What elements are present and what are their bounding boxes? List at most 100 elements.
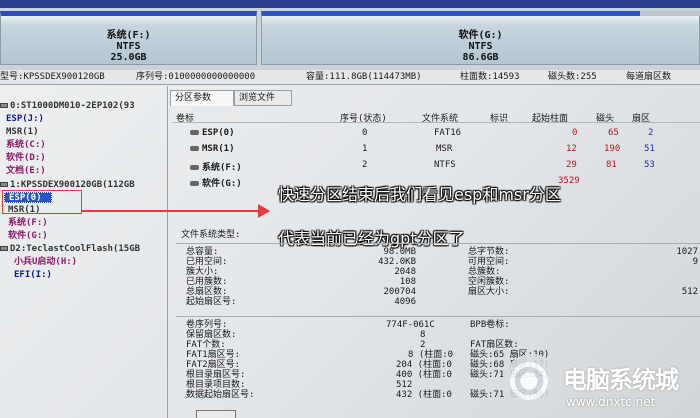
disk-cylinders: 柱面数:14593 bbox=[460, 72, 520, 82]
row-index: 0 bbox=[362, 128, 368, 138]
disk-info-bar: 型号:KPSSDEX900120GB 序列号:0100000000000000 … bbox=[0, 70, 700, 85]
table-row[interactable]: 系统(F:) 2 NTFS 29 81 53 bbox=[172, 159, 700, 173]
col-start-cyl: 起始柱面 bbox=[532, 114, 569, 124]
disk-capacity: 容量:111.8GB(114473MB) bbox=[306, 72, 422, 82]
tree-disk-label: D2:TeclastCoolFlash(15GB bbox=[10, 244, 141, 254]
analyze-button[interactable] bbox=[196, 410, 236, 418]
row-index: 1 bbox=[362, 144, 368, 154]
kv-value: 432 (柱面:0 bbox=[396, 390, 452, 400]
row-start-cyl: 0 bbox=[572, 128, 578, 138]
fs-stats-left: 总容量: 已用空间: 簇大小: 已用簇数: 总扇区数: 起始扇区号: 98.0M… bbox=[186, 247, 416, 317]
disk-tree: 0:ST1000DM010-2EP102(93 ESP(J:) MSR(1) 系… bbox=[0, 86, 168, 418]
tree-item[interactable]: 软件(D:) bbox=[6, 153, 46, 164]
kv-label: 数据起始扇区号: bbox=[186, 390, 255, 400]
row-label: MSR(1) bbox=[190, 144, 235, 154]
divider bbox=[176, 316, 700, 317]
col-head: 磁头 bbox=[596, 114, 615, 124]
arrow-right-icon bbox=[258, 204, 270, 218]
row-fs: FAT16 bbox=[434, 128, 462, 138]
col-sector: 扇区 bbox=[632, 114, 651, 124]
tree-item[interactable]: ESP(J:) bbox=[6, 114, 44, 125]
disk-map: 系统(F:) NTFS 25.0GB 软件(G:) NTFS 86.6GB bbox=[0, 8, 700, 70]
tree-item[interactable]: 小兵U启动(H:) bbox=[14, 257, 77, 268]
row-label: 软件(G:) bbox=[190, 176, 242, 189]
row-sector: 53 bbox=[644, 160, 655, 170]
row-label: ESP(0) bbox=[190, 128, 235, 138]
partition-icon bbox=[190, 130, 199, 135]
disk-serial: 序列号:0100000000000000 bbox=[136, 72, 256, 82]
usb-disk-icon bbox=[0, 246, 8, 251]
kv-text: BPB卷标: bbox=[470, 320, 510, 330]
title-strip bbox=[0, 0, 700, 8]
tree-item[interactable]: 系统(C:) bbox=[6, 140, 46, 151]
col-flag: 标识 bbox=[490, 114, 509, 124]
partition-fs: NTFS bbox=[116, 41, 141, 52]
tree-item[interactable]: MSR(1) bbox=[6, 127, 39, 138]
hard-disk-icon bbox=[0, 103, 8, 108]
divider bbox=[176, 243, 700, 244]
tree-item[interactable]: 软件(G:) bbox=[8, 231, 48, 242]
callout-arrow-line bbox=[82, 210, 262, 212]
tree-item[interactable]: EFI(I:) bbox=[14, 270, 52, 281]
row-sector: 2 bbox=[648, 128, 654, 138]
kv-value: 512 bbox=[681, 287, 698, 297]
annotation-line-1: 快速分区结束后我们看见esp和msr分区 bbox=[278, 185, 561, 204]
tab-partition-params[interactable]: 分区参数 bbox=[170, 90, 234, 106]
row-label-text: 软件(G:) bbox=[202, 179, 242, 189]
disk-sectors-per-track: 每道扇区数 bbox=[626, 72, 672, 82]
partition-fs: NTFS bbox=[468, 41, 493, 52]
watermark-url: www.dnxtc.net bbox=[566, 395, 656, 409]
tree-disk-2[interactable]: D2:TeclastCoolFlash(15GB bbox=[0, 244, 140, 255]
row-label-text: MSR(1) bbox=[202, 144, 235, 154]
row-head: 190 bbox=[604, 144, 621, 154]
fs-stats-right: 总字节数: 可用空间: 总簇数: 空闲簇数: 扇区大小: 1027 9 512 bbox=[468, 247, 700, 317]
unused-space bbox=[640, 11, 700, 16]
partition-name: 系统(F:) bbox=[106, 30, 151, 41]
boot-stats-left: 卷序列号: 保留扇区数: FAT个数: FAT1扇区号: FAT2扇区号: 根目… bbox=[186, 320, 456, 408]
fs-type-label: 文件系统类型: bbox=[181, 230, 241, 240]
partition-icon bbox=[190, 146, 199, 151]
tree-item[interactable]: 系统(F:) bbox=[8, 218, 48, 229]
kv-value: 774F-061C bbox=[386, 320, 435, 330]
tree-item[interactable]: 文档(E:) bbox=[6, 166, 46, 177]
kv-value: 9 bbox=[692, 257, 698, 267]
partition-size: 25.0GB bbox=[110, 52, 147, 63]
col-fs: 文件系统 bbox=[422, 114, 459, 124]
row-label-text: ESP(0) bbox=[202, 128, 235, 138]
row-fs: MSR bbox=[436, 144, 453, 154]
partition-size: 86.6GB bbox=[462, 52, 499, 63]
kv-label: 扇区大小: bbox=[468, 287, 510, 297]
watermark-logo-icon bbox=[502, 354, 562, 414]
row-label: 系统(F:) bbox=[190, 160, 242, 173]
row-start-cyl: 12 bbox=[566, 144, 577, 154]
partition-block-software[interactable]: 软件(G:) NTFS 86.6GB bbox=[261, 11, 700, 65]
tree-disk-0[interactable]: 0:ST1000DM010-2EP102(93 bbox=[0, 101, 135, 112]
row-fs: NTFS bbox=[434, 160, 456, 170]
row-index: 2 bbox=[362, 160, 368, 170]
kv-value: 4096 bbox=[394, 297, 416, 307]
row-head: 81 bbox=[606, 160, 617, 170]
annotation-line-2: 代表当前已经为gpt分区了 bbox=[278, 229, 465, 248]
tab-browse-files[interactable]: 浏览文件 bbox=[234, 90, 292, 106]
highlight-box bbox=[2, 190, 82, 214]
disk-heads: 磁头数:255 bbox=[548, 72, 597, 82]
watermark-text: 电脑系统城 bbox=[563, 366, 679, 394]
partition-icon bbox=[190, 165, 199, 170]
hard-disk-icon bbox=[0, 182, 8, 187]
disk-model: 型号:KPSSDEX900120GB bbox=[0, 72, 105, 82]
partition-icon bbox=[190, 181, 199, 186]
tree-disk-label: 1:KPSSDEX900120GB(112GB bbox=[10, 180, 135, 190]
table-row[interactable]: ESP(0) 0 FAT16 0 65 2 bbox=[172, 127, 700, 141]
row-label-text: 系统(F:) bbox=[202, 163, 242, 173]
row-start-cyl: 3529 bbox=[558, 176, 580, 186]
tree-disk-label: 0:ST1000DM010-2EP102(93 bbox=[10, 101, 135, 111]
partition-block-system[interactable]: 系统(F:) NTFS 25.0GB bbox=[0, 11, 257, 65]
table-row[interactable]: MSR(1) 1 MSR 12 190 51 bbox=[172, 143, 700, 157]
partition-table-header: 卷标 序号(状态) 文件系统 标识 起始柱面 磁头 扇区 bbox=[172, 109, 700, 124]
col-label: 卷标 bbox=[176, 114, 195, 124]
col-index: 序号(状态) bbox=[340, 114, 387, 124]
row-sector: 51 bbox=[644, 144, 655, 154]
row-start-cyl: 29 bbox=[566, 160, 577, 170]
row-head: 65 bbox=[608, 128, 619, 138]
kv-label: 起始扇区号: bbox=[186, 297, 237, 307]
